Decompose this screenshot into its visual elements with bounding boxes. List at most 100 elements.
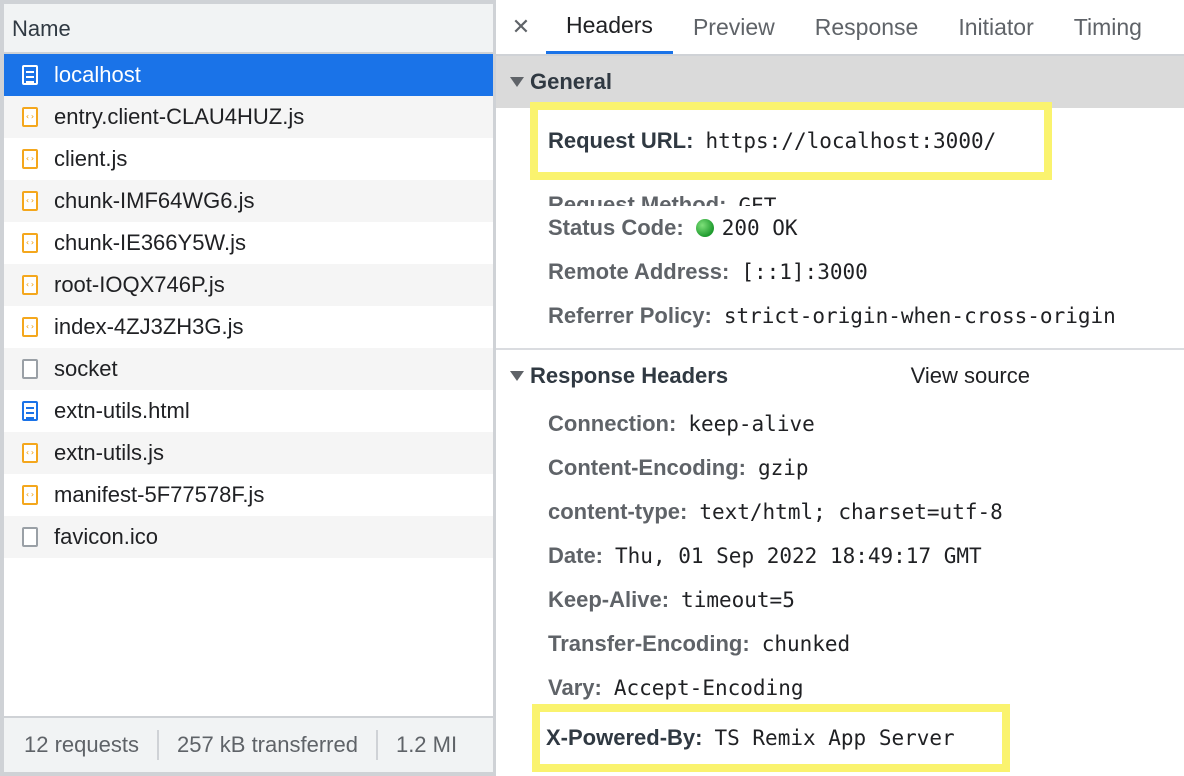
script-icon: ‹› [22, 233, 38, 253]
request-row[interactable]: ‹› chunk-IE366Y5W.js [4, 222, 493, 264]
request-row[interactable]: ‹› root-IOQX746P.js [4, 264, 493, 306]
transfer-encoding-value: chunked [761, 632, 851, 656]
date-row: Date: Thu, 01 Sep 2022 18:49:17 GMT [496, 534, 1184, 578]
connection-value: keep-alive [688, 412, 815, 436]
request-row[interactable]: ‹› extn-utils.js [4, 432, 493, 474]
request-url-highlight: Request URL: https://localhost:3000/ [530, 102, 1052, 180]
request-name: root-IOQX746P.js [54, 272, 225, 297]
remote-address-row: Remote Address: [::1]:3000 [496, 250, 1184, 294]
status-code-row: Status Code: 200 OK [496, 206, 1184, 250]
tab-response[interactable]: Response [795, 0, 939, 54]
response-headers-title: Response Headers [530, 363, 729, 388]
request-name: entry.client-CLAU4HUZ.js [54, 104, 305, 129]
request-count: 12 requests [24, 732, 139, 757]
triangle-down-icon [510, 77, 524, 87]
status-code-value: 200 OK [721, 216, 798, 240]
content-encoding-key: Content-Encoding: [548, 455, 746, 480]
close-icon[interactable]: ✕ [496, 0, 546, 54]
remote-address-key: Remote Address: [548, 259, 730, 284]
vary-key: Vary: [548, 675, 602, 700]
status-code-key: Status Code: [548, 215, 684, 240]
file-icon [22, 359, 38, 379]
script-icon-glyph: ‹› [25, 196, 35, 205]
content-encoding-row: Content-Encoding: gzip [496, 446, 1184, 490]
transferred-size: 257 kB transferred [176, 732, 358, 757]
request-list-pane: Name localhost ‹› entry.client-CLAU4HUZ.js… [0, 0, 496, 776]
script-icon-glyph: ‹› [25, 448, 35, 457]
request-url-key: Request URL: [548, 128, 694, 153]
general-section-title: General [530, 69, 612, 94]
request-name: extn-utils.js [54, 440, 165, 465]
x-powered-by-value[interactable]: TS Remix App Server [714, 726, 954, 750]
request-name: socket [54, 356, 118, 381]
content-type-key: content-type: [548, 499, 688, 524]
tab-preview[interactable]: Preview [673, 0, 795, 54]
request-details-pane: ✕ Headers Preview Response Initiator Tim… [496, 0, 1184, 776]
request-row[interactable]: localhost [4, 54, 493, 96]
content-type-row: content-type: text/html; charset=utf-8 [496, 490, 1184, 534]
date-key: Date: [548, 543, 604, 568]
request-name: extn-utils.html [54, 398, 190, 423]
request-name: chunk-IE366Y5W.js [54, 230, 246, 255]
date-value: Thu, 01 Sep 2022 18:49:17 GMT [615, 544, 982, 568]
response-headers-section-header[interactable]: Response Headers View source [496, 350, 1184, 402]
request-row[interactable]: ‹› manifest-5F77578F.js [4, 474, 493, 516]
connection-key: Connection: [548, 411, 677, 436]
request-row[interactable]: ‹› client.js [4, 138, 493, 180]
script-icon: ‹› [22, 275, 38, 295]
transfer-encoding-row: Transfer-Encoding: chunked [496, 622, 1184, 666]
referrer-policy-key: Referrer Policy: [548, 303, 712, 328]
request-row[interactable]: ‹› entry.client-CLAU4HUZ.js [4, 96, 493, 138]
connection-row: Connection: keep-alive [496, 402, 1184, 446]
tab-timing[interactable]: Timing [1054, 0, 1162, 54]
request-name: favicon.ico [54, 524, 158, 549]
script-icon: ‹› [22, 107, 38, 127]
request-row[interactable]: favicon.ico [4, 516, 493, 558]
content-encoding-value: gzip [757, 456, 809, 480]
script-icon-glyph: ‹› [25, 322, 35, 331]
script-icon-glyph: ‹› [25, 154, 35, 163]
name-column-header[interactable]: Name [4, 4, 493, 54]
script-icon-glyph: ‹› [25, 238, 35, 247]
document-icon [22, 65, 38, 85]
devtools-network-panel: Name localhost ‹› entry.client-CLAU4HUZ.js… [0, 0, 1184, 776]
tab-initiator[interactable]: Initiator [938, 0, 1053, 54]
request-name: index-4ZJ3ZH3G.js [54, 314, 244, 339]
referrer-policy-row: Referrer Policy: strict-origin-when-cros… [496, 294, 1184, 338]
request-name: localhost [54, 62, 141, 87]
request-name: manifest-5F77578F.js [54, 482, 265, 507]
request-row[interactable]: extn-utils.html [4, 390, 493, 432]
request-row[interactable]: ‹› index-4ZJ3ZH3G.js [4, 306, 493, 348]
view-source-link[interactable]: View source [911, 363, 1030, 389]
script-icon: ‹› [22, 443, 38, 463]
referrer-policy-value: strict-origin-when-cross-origin [723, 304, 1116, 328]
status-ok-icon [695, 219, 714, 237]
request-method-key: Request Method: [548, 192, 727, 206]
x-powered-by-key: X-Powered-By: [546, 725, 703, 750]
keep-alive-key: Keep-Alive: [548, 587, 670, 612]
request-row[interactable]: ‹› chunk-IMF64WG6.js [4, 180, 493, 222]
file-icon [22, 527, 38, 547]
request-name: chunk-IMF64WG6.js [54, 188, 255, 213]
keep-alive-row: Keep-Alive: timeout=5 [496, 578, 1184, 622]
tab-headers[interactable]: Headers [546, 0, 673, 54]
resources-size: 1.2 MI [395, 732, 458, 757]
request-method-value: GET [738, 194, 777, 206]
script-icon-glyph: ‹› [25, 280, 35, 289]
request-url-value[interactable]: https://localhost:3000/ [705, 129, 996, 153]
script-icon: ‹› [22, 191, 38, 211]
request-list: localhost ‹› entry.client-CLAU4HUZ.js ‹› cli… [4, 54, 493, 558]
script-icon: ‹› [22, 485, 38, 505]
transfer-encoding-key: Transfer-Encoding: [548, 631, 750, 656]
triangle-down-icon [510, 371, 524, 381]
general-section-header[interactable]: General [496, 56, 1184, 108]
document-icon [22, 401, 38, 421]
request-row[interactable]: socket [4, 348, 493, 390]
request-name: client.js [54, 146, 128, 171]
script-icon: ‹› [22, 149, 38, 169]
content-type-value: text/html; charset=utf-8 [699, 500, 1003, 524]
network-status-bar: 12 requests 257 kB transferred 1.2 MI [4, 716, 493, 772]
details-tabbar: ✕ Headers Preview Response Initiator Tim… [496, 0, 1184, 56]
script-icon-glyph: ‹› [25, 112, 35, 121]
keep-alive-value: timeout=5 [681, 588, 795, 612]
